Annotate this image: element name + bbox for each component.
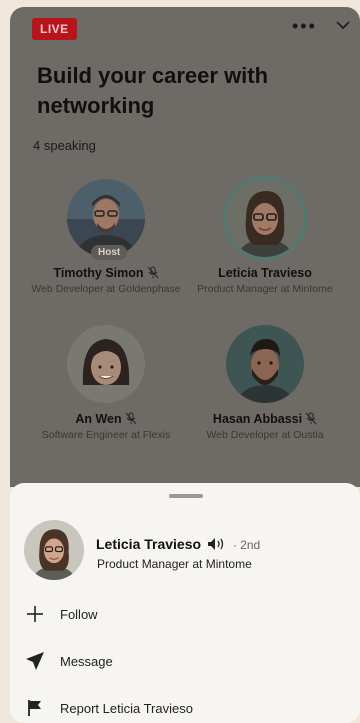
profile-role: Product Manager at Mintome	[97, 557, 252, 571]
speaker-an-wen[interactable]: An Wen Software Engineer at Flexis	[31, 325, 181, 442]
profile-avatar[interactable]	[24, 520, 84, 580]
chevron-down-icon[interactable]	[336, 21, 350, 30]
mic-muted-icon	[147, 266, 158, 279]
audio-room-screen: LIVE ••• Build your career with networki…	[10, 7, 360, 723]
room-title: Build your career with networking	[37, 63, 269, 118]
speaker-hasan-abbassi[interactable]: Hasan Abbassi Web Developer at Oustia	[190, 325, 340, 442]
host-badge: Host	[91, 245, 128, 260]
message-label: Message	[60, 653, 113, 669]
follow-label: Follow	[60, 606, 98, 622]
profile-name-line: Leticia Travieso · 2nd	[96, 536, 260, 552]
speaker-icon	[207, 538, 224, 550]
speaker-role: Software Engineer at Flexis	[41, 429, 171, 441]
avatar	[67, 325, 145, 403]
more-icon[interactable]: •••	[292, 17, 317, 35]
speaking-count: 4 speaking	[33, 138, 96, 153]
speaker-role: Web Developer at Goldenphase	[31, 283, 181, 295]
flag-icon	[24, 697, 46, 719]
follow-button[interactable]: Follow	[24, 596, 344, 632]
message-button[interactable]: Message	[24, 643, 344, 679]
live-badge: LIVE	[32, 18, 77, 40]
connection-degree: · 2nd	[232, 538, 261, 552]
speaker-role: Product Manager at Mintome	[197, 283, 333, 295]
profile-name: Leticia Travieso	[96, 536, 202, 552]
mic-muted-icon	[125, 412, 137, 425]
speaker-name: An Wen	[75, 412, 122, 426]
report-button[interactable]: Report Leticia Travieso	[24, 690, 344, 723]
report-label: Report Leticia Travieso	[60, 700, 193, 716]
send-icon	[24, 650, 46, 672]
speaker-leticia-travieso[interactable]: Leticia Travieso Product Manager at Mint…	[190, 179, 340, 296]
mic-muted-icon	[305, 412, 317, 425]
audio-room-backdrop[interactable]: LIVE ••• Build your career with networki…	[10, 7, 360, 487]
profile-bottom-sheet: Leticia Travieso · 2nd Product Manager a…	[10, 483, 360, 723]
avatar	[226, 179, 304, 257]
speaker-name: Leticia Travieso	[218, 266, 312, 280]
sheet-handle[interactable]	[169, 494, 203, 498]
speaker-name: Hasan Abbassi	[212, 412, 303, 426]
speaker-role: Web Developer at Oustia	[206, 429, 324, 441]
avatar	[226, 325, 304, 403]
speaker-name: Timothy Simon	[53, 266, 144, 280]
speaker-timothy-simon[interactable]: Timothy Simon Web Developer at Goldenpha…	[31, 179, 181, 296]
plus-icon	[24, 603, 46, 625]
